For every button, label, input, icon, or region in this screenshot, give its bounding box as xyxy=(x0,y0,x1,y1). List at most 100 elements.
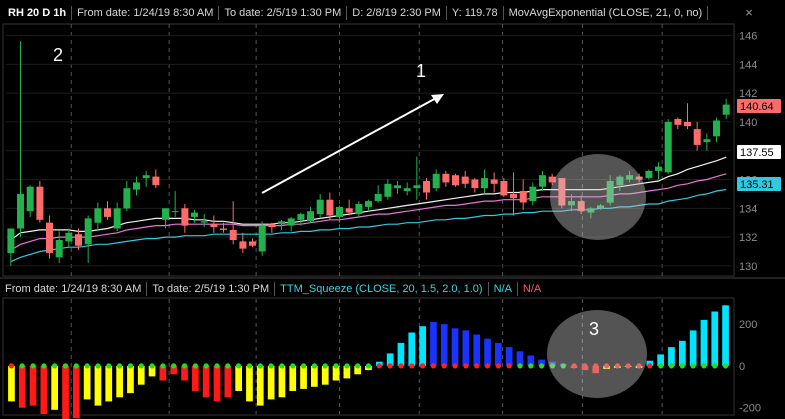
momentum-bar xyxy=(94,365,102,406)
candle-body xyxy=(65,232,73,242)
momentum-bar xyxy=(397,342,405,366)
candle[interactable] xyxy=(693,121,701,151)
candle[interactable] xyxy=(490,172,498,193)
candle[interactable] xyxy=(355,201,363,217)
candle[interactable] xyxy=(655,162,662,180)
squeeze-dot xyxy=(8,363,14,369)
candle[interactable] xyxy=(152,169,160,189)
candle[interactable] xyxy=(703,133,711,151)
candle[interactable] xyxy=(403,182,411,196)
candle[interactable] xyxy=(510,172,517,216)
candle-body xyxy=(326,199,334,216)
squeeze-dot xyxy=(160,363,166,369)
chart-canvas[interactable]: 130132134136138140142144146 -2000200 2 1… xyxy=(0,0,785,419)
candle[interactable] xyxy=(674,117,682,130)
squeeze-dot xyxy=(279,363,285,369)
squeeze-dot xyxy=(257,363,263,369)
momentum-bar xyxy=(289,365,297,391)
momentum-bar xyxy=(711,311,719,366)
candle[interactable] xyxy=(65,228,73,248)
candle[interactable] xyxy=(442,170,450,187)
squeeze-dot xyxy=(322,363,328,369)
candle[interactable] xyxy=(452,173,459,187)
candle[interactable] xyxy=(104,201,111,220)
candle[interactable] xyxy=(316,193,324,219)
candle-body xyxy=(46,222,53,253)
momentum-bar xyxy=(29,365,37,406)
candle[interactable] xyxy=(181,204,189,233)
annotation-label-2: 2 xyxy=(53,45,63,65)
candle[interactable] xyxy=(55,231,63,264)
candle[interactable] xyxy=(113,202,121,232)
candle[interactable] xyxy=(36,180,44,223)
candle-body xyxy=(490,179,498,184)
candle-body xyxy=(481,178,488,189)
candle-body xyxy=(703,139,711,143)
squeeze-dot xyxy=(268,363,274,369)
candle[interactable] xyxy=(191,209,198,223)
candle[interactable] xyxy=(307,206,314,223)
candle[interactable] xyxy=(84,215,92,264)
candle[interactable] xyxy=(423,178,430,200)
momentum-bar xyxy=(256,365,264,406)
momentum-bar xyxy=(83,365,91,400)
candle-body xyxy=(374,193,382,202)
candle[interactable] xyxy=(249,238,256,248)
candle-body xyxy=(674,119,682,125)
squeeze-dot xyxy=(106,363,112,369)
momentum-bar xyxy=(127,365,134,394)
momentum-bar xyxy=(300,365,307,389)
candle[interactable] xyxy=(664,119,672,174)
candle-body xyxy=(200,221,208,223)
candle[interactable] xyxy=(287,216,295,232)
candle[interactable] xyxy=(684,103,691,130)
candle[interactable] xyxy=(94,202,102,232)
candle[interactable] xyxy=(17,41,24,238)
price-tag-ema-cyan-text: 135.31 xyxy=(740,179,774,191)
candle[interactable] xyxy=(374,185,382,203)
candle[interactable] xyxy=(26,185,34,217)
candle[interactable] xyxy=(142,170,150,187)
price-axis-tick-label: 134 xyxy=(739,203,757,215)
candle[interactable] xyxy=(713,117,720,143)
candle-body xyxy=(423,181,430,193)
candle[interactable] xyxy=(171,191,179,217)
candle[interactable] xyxy=(46,215,53,259)
candle[interactable] xyxy=(326,192,334,220)
candle[interactable] xyxy=(500,178,508,197)
candle-body xyxy=(229,229,237,240)
candle-body xyxy=(307,211,314,222)
squeeze-dot xyxy=(30,363,36,369)
candle[interactable] xyxy=(394,180,401,194)
candle-body xyxy=(287,218,295,226)
candle[interactable] xyxy=(461,170,469,189)
squeeze-dot xyxy=(452,363,458,369)
candle[interactable] xyxy=(123,180,131,212)
candle[interactable] xyxy=(519,179,527,210)
candle[interactable] xyxy=(471,178,479,193)
squeeze-dot xyxy=(52,363,58,369)
squeeze-dot xyxy=(41,363,47,369)
candle[interactable] xyxy=(722,98,730,120)
momentum-bar xyxy=(440,324,448,366)
annotation-label-3: 3 xyxy=(589,319,599,339)
candle[interactable] xyxy=(539,170,546,192)
chart-window: { "header": { "symbol": "RH 20 D 1h", "f… xyxy=(0,0,785,419)
candle[interactable] xyxy=(432,169,440,192)
candle[interactable] xyxy=(529,182,537,206)
squeeze-dot xyxy=(365,363,372,369)
candle[interactable] xyxy=(384,179,392,200)
candle-body xyxy=(7,228,15,253)
candle[interactable] xyxy=(481,169,488,194)
candle[interactable] xyxy=(365,199,372,212)
candle-body xyxy=(104,208,111,217)
candle-body xyxy=(442,173,450,183)
candle[interactable] xyxy=(239,232,247,253)
price-tag-last: 140.64 xyxy=(737,99,781,113)
momentum-bar xyxy=(267,365,275,400)
candle[interactable] xyxy=(258,221,266,256)
momentum-bar xyxy=(224,365,232,398)
candle[interactable] xyxy=(268,222,276,233)
candle[interactable] xyxy=(645,169,653,180)
price-axis-tick-label: 146 xyxy=(739,31,757,43)
